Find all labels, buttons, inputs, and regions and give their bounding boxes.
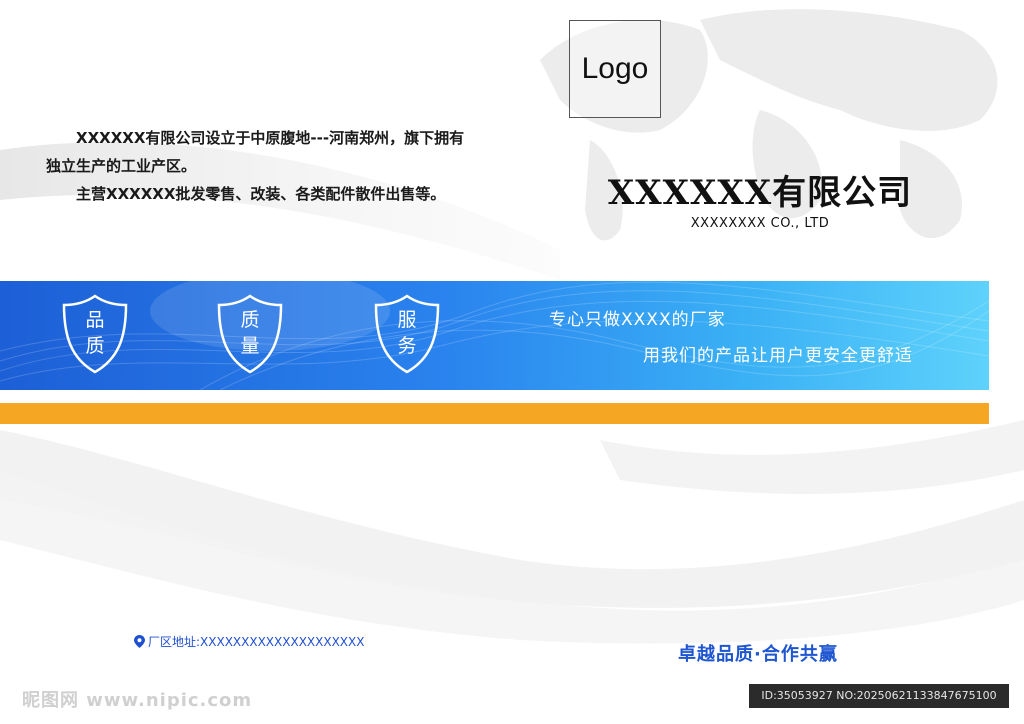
intro-paragraph-2: 主营XXXXXX批发零售、改装、各类配件散件出售等。 <box>76 185 446 203</box>
shield-label: 质量 <box>240 309 260 357</box>
factory-address: 厂区地址:XXXXXXXXXXXXXXXXXXXX <box>134 633 364 650</box>
logo-placeholder: Logo <box>569 20 661 118</box>
blue-banner: 品质 质量 服务 专心只做XXXX的厂家 用我们的产品让用户更安全更舒适 <box>0 281 989 390</box>
shield-label: 服务 <box>397 309 417 357</box>
intro-paragraph-1: XXXXXX有限公司设立于中原腹地---河南郑州，旗下拥有独立生产的工业产区。 <box>46 129 465 175</box>
address-text: 厂区地址:XXXXXXXXXXXXXXXXXXXX <box>148 635 365 649</box>
company-name: XXXXXX有限公司 <box>607 173 913 213</box>
shield-badge-1: 品质 <box>60 293 130 375</box>
company-english-name: XXXXXXXX CO., LTD <box>690 216 830 231</box>
banner-waves <box>0 281 989 390</box>
company-intro: XXXXXX有限公司设立于中原腹地---河南郑州，旗下拥有独立生产的工业产区。 … <box>46 124 466 208</box>
slogan-secondary: 用我们的产品让用户更安全更舒适 <box>643 346 913 366</box>
slogan-primary: 专心只做XXXX的厂家 <box>549 310 726 330</box>
shield-badge-2: 质量 <box>215 293 285 375</box>
logo-label: Logo <box>581 52 649 85</box>
shield-label: 品质 <box>85 309 105 357</box>
image-id-bar: ID:35053927 NO:20250621133847675100 <box>749 684 1009 708</box>
location-pin-icon <box>134 635 145 648</box>
company-motto: 卓越品质·合作共赢 <box>678 644 838 665</box>
orange-accent-bar <box>0 403 989 424</box>
site-watermark: 昵图网 www.nipic.com <box>22 690 253 711</box>
shield-badge-3: 服务 <box>372 293 442 375</box>
